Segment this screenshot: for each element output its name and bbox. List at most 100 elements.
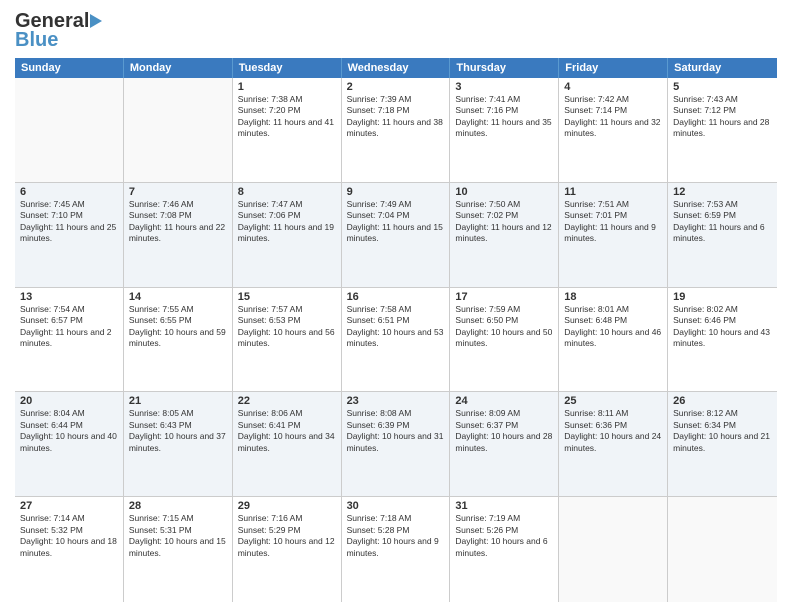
- calendar-cell: 12Sunrise: 7:53 AMSunset: 6:59 PMDayligh…: [668, 183, 777, 287]
- calendar-week-5: 27Sunrise: 7:14 AMSunset: 5:32 PMDayligh…: [15, 497, 777, 602]
- day-detail: Sunrise: 7:53 AMSunset: 6:59 PMDaylight:…: [673, 199, 772, 245]
- calendar-cell: 3Sunrise: 7:41 AMSunset: 7:16 PMDaylight…: [450, 78, 559, 182]
- day-number: 6: [20, 186, 118, 198]
- day-detail: Sunrise: 7:18 AMSunset: 5:28 PMDaylight:…: [347, 513, 445, 559]
- day-number: 8: [238, 186, 336, 198]
- day-number: 2: [347, 81, 445, 93]
- day-number: 18: [564, 291, 662, 303]
- calendar-cell: 17Sunrise: 7:59 AMSunset: 6:50 PMDayligh…: [450, 288, 559, 392]
- day-detail: Sunrise: 7:42 AMSunset: 7:14 PMDaylight:…: [564, 94, 662, 140]
- day-number: 24: [455, 395, 553, 407]
- day-number: 1: [238, 81, 336, 93]
- day-detail: Sunrise: 7:39 AMSunset: 7:18 PMDaylight:…: [347, 94, 445, 140]
- day-number: 4: [564, 81, 662, 93]
- day-detail: Sunrise: 8:09 AMSunset: 6:37 PMDaylight:…: [455, 408, 553, 454]
- calendar-week-4: 20Sunrise: 8:04 AMSunset: 6:44 PMDayligh…: [15, 392, 777, 497]
- day-detail: Sunrise: 8:11 AMSunset: 6:36 PMDaylight:…: [564, 408, 662, 454]
- calendar-cell: 9Sunrise: 7:49 AMSunset: 7:04 PMDaylight…: [342, 183, 451, 287]
- day-detail: Sunrise: 7:58 AMSunset: 6:51 PMDaylight:…: [347, 304, 445, 350]
- calendar-cell: 19Sunrise: 8:02 AMSunset: 6:46 PMDayligh…: [668, 288, 777, 392]
- day-number: 14: [129, 291, 227, 303]
- calendar-cell: 22Sunrise: 8:06 AMSunset: 6:41 PMDayligh…: [233, 392, 342, 496]
- calendar-cell: 20Sunrise: 8:04 AMSunset: 6:44 PMDayligh…: [15, 392, 124, 496]
- calendar-cell: 25Sunrise: 8:11 AMSunset: 6:36 PMDayligh…: [559, 392, 668, 496]
- day-detail: Sunrise: 7:45 AMSunset: 7:10 PMDaylight:…: [20, 199, 118, 245]
- calendar-week-2: 6Sunrise: 7:45 AMSunset: 7:10 PMDaylight…: [15, 183, 777, 288]
- calendar-cell: 1Sunrise: 7:38 AMSunset: 7:20 PMDaylight…: [233, 78, 342, 182]
- calendar-cell: 2Sunrise: 7:39 AMSunset: 7:18 PMDaylight…: [342, 78, 451, 182]
- calendar-cell: 30Sunrise: 7:18 AMSunset: 5:28 PMDayligh…: [342, 497, 451, 602]
- day-detail: Sunrise: 8:06 AMSunset: 6:41 PMDaylight:…: [238, 408, 336, 454]
- calendar-cell: 27Sunrise: 7:14 AMSunset: 5:32 PMDayligh…: [15, 497, 124, 602]
- day-detail: Sunrise: 7:49 AMSunset: 7:04 PMDaylight:…: [347, 199, 445, 245]
- day-number: 16: [347, 291, 445, 303]
- day-number: 22: [238, 395, 336, 407]
- calendar-cell: 26Sunrise: 8:12 AMSunset: 6:34 PMDayligh…: [668, 392, 777, 496]
- day-detail: Sunrise: 8:08 AMSunset: 6:39 PMDaylight:…: [347, 408, 445, 454]
- calendar-cell: 18Sunrise: 8:01 AMSunset: 6:48 PMDayligh…: [559, 288, 668, 392]
- calendar-cell: 8Sunrise: 7:47 AMSunset: 7:06 PMDaylight…: [233, 183, 342, 287]
- day-number: 30: [347, 500, 445, 512]
- calendar-cell: 21Sunrise: 8:05 AMSunset: 6:43 PMDayligh…: [124, 392, 233, 496]
- calendar: SundayMondayTuesdayWednesdayThursdayFrid…: [15, 58, 777, 602]
- calendar-cell: 14Sunrise: 7:55 AMSunset: 6:55 PMDayligh…: [124, 288, 233, 392]
- day-detail: Sunrise: 7:47 AMSunset: 7:06 PMDaylight:…: [238, 199, 336, 245]
- day-number: 27: [20, 500, 118, 512]
- header-day-wednesday: Wednesday: [342, 58, 451, 78]
- day-detail: Sunrise: 7:59 AMSunset: 6:50 PMDaylight:…: [455, 304, 553, 350]
- logo-triangle-icon: [90, 14, 102, 28]
- day-detail: Sunrise: 7:41 AMSunset: 7:16 PMDaylight:…: [455, 94, 553, 140]
- header-day-saturday: Saturday: [668, 58, 777, 78]
- calendar-cell: [15, 78, 124, 182]
- day-detail: Sunrise: 8:05 AMSunset: 6:43 PMDaylight:…: [129, 408, 227, 454]
- header-day-tuesday: Tuesday: [233, 58, 342, 78]
- calendar-cell: 10Sunrise: 7:50 AMSunset: 7:02 PMDayligh…: [450, 183, 559, 287]
- calendar-cell: [668, 497, 777, 602]
- calendar-week-3: 13Sunrise: 7:54 AMSunset: 6:57 PMDayligh…: [15, 288, 777, 393]
- day-number: 20: [20, 395, 118, 407]
- calendar-header: SundayMondayTuesdayWednesdayThursdayFrid…: [15, 58, 777, 78]
- header: General Blue: [15, 10, 777, 52]
- header-day-friday: Friday: [559, 58, 668, 78]
- calendar-cell: 23Sunrise: 8:08 AMSunset: 6:39 PMDayligh…: [342, 392, 451, 496]
- day-number: 7: [129, 186, 227, 198]
- calendar-cell: 28Sunrise: 7:15 AMSunset: 5:31 PMDayligh…: [124, 497, 233, 602]
- day-detail: Sunrise: 8:04 AMSunset: 6:44 PMDaylight:…: [20, 408, 118, 454]
- day-number: 28: [129, 500, 227, 512]
- page: General Blue SundayMondayTuesdayWednesda…: [0, 0, 792, 612]
- day-detail: Sunrise: 7:16 AMSunset: 5:29 PMDaylight:…: [238, 513, 336, 559]
- calendar-cell: 4Sunrise: 7:42 AMSunset: 7:14 PMDaylight…: [559, 78, 668, 182]
- header-day-thursday: Thursday: [450, 58, 559, 78]
- calendar-cell: 15Sunrise: 7:57 AMSunset: 6:53 PMDayligh…: [233, 288, 342, 392]
- day-number: 9: [347, 186, 445, 198]
- header-day-monday: Monday: [124, 58, 233, 78]
- calendar-cell: 11Sunrise: 7:51 AMSunset: 7:01 PMDayligh…: [559, 183, 668, 287]
- day-detail: Sunrise: 7:57 AMSunset: 6:53 PMDaylight:…: [238, 304, 336, 350]
- calendar-cell: 16Sunrise: 7:58 AMSunset: 6:51 PMDayligh…: [342, 288, 451, 392]
- day-number: 12: [673, 186, 772, 198]
- header-day-sunday: Sunday: [15, 58, 124, 78]
- day-detail: Sunrise: 7:55 AMSunset: 6:55 PMDaylight:…: [129, 304, 227, 350]
- day-number: 21: [129, 395, 227, 407]
- day-number: 11: [564, 186, 662, 198]
- day-detail: Sunrise: 7:54 AMSunset: 6:57 PMDaylight:…: [20, 304, 118, 350]
- day-detail: Sunrise: 7:50 AMSunset: 7:02 PMDaylight:…: [455, 199, 553, 245]
- day-number: 25: [564, 395, 662, 407]
- logo: General Blue: [15, 10, 102, 52]
- day-number: 3: [455, 81, 553, 93]
- day-number: 26: [673, 395, 772, 407]
- day-detail: Sunrise: 7:51 AMSunset: 7:01 PMDaylight:…: [564, 199, 662, 245]
- day-number: 17: [455, 291, 553, 303]
- day-detail: Sunrise: 8:02 AMSunset: 6:46 PMDaylight:…: [673, 304, 772, 350]
- calendar-cell: 5Sunrise: 7:43 AMSunset: 7:12 PMDaylight…: [668, 78, 777, 182]
- day-detail: Sunrise: 7:38 AMSunset: 7:20 PMDaylight:…: [238, 94, 336, 140]
- calendar-cell: 13Sunrise: 7:54 AMSunset: 6:57 PMDayligh…: [15, 288, 124, 392]
- day-number: 19: [673, 291, 772, 303]
- calendar-cell: 24Sunrise: 8:09 AMSunset: 6:37 PMDayligh…: [450, 392, 559, 496]
- calendar-body: 1Sunrise: 7:38 AMSunset: 7:20 PMDaylight…: [15, 78, 777, 602]
- calendar-cell: 6Sunrise: 7:45 AMSunset: 7:10 PMDaylight…: [15, 183, 124, 287]
- day-number: 10: [455, 186, 553, 198]
- day-number: 15: [238, 291, 336, 303]
- day-number: 31: [455, 500, 553, 512]
- day-detail: Sunrise: 7:15 AMSunset: 5:31 PMDaylight:…: [129, 513, 227, 559]
